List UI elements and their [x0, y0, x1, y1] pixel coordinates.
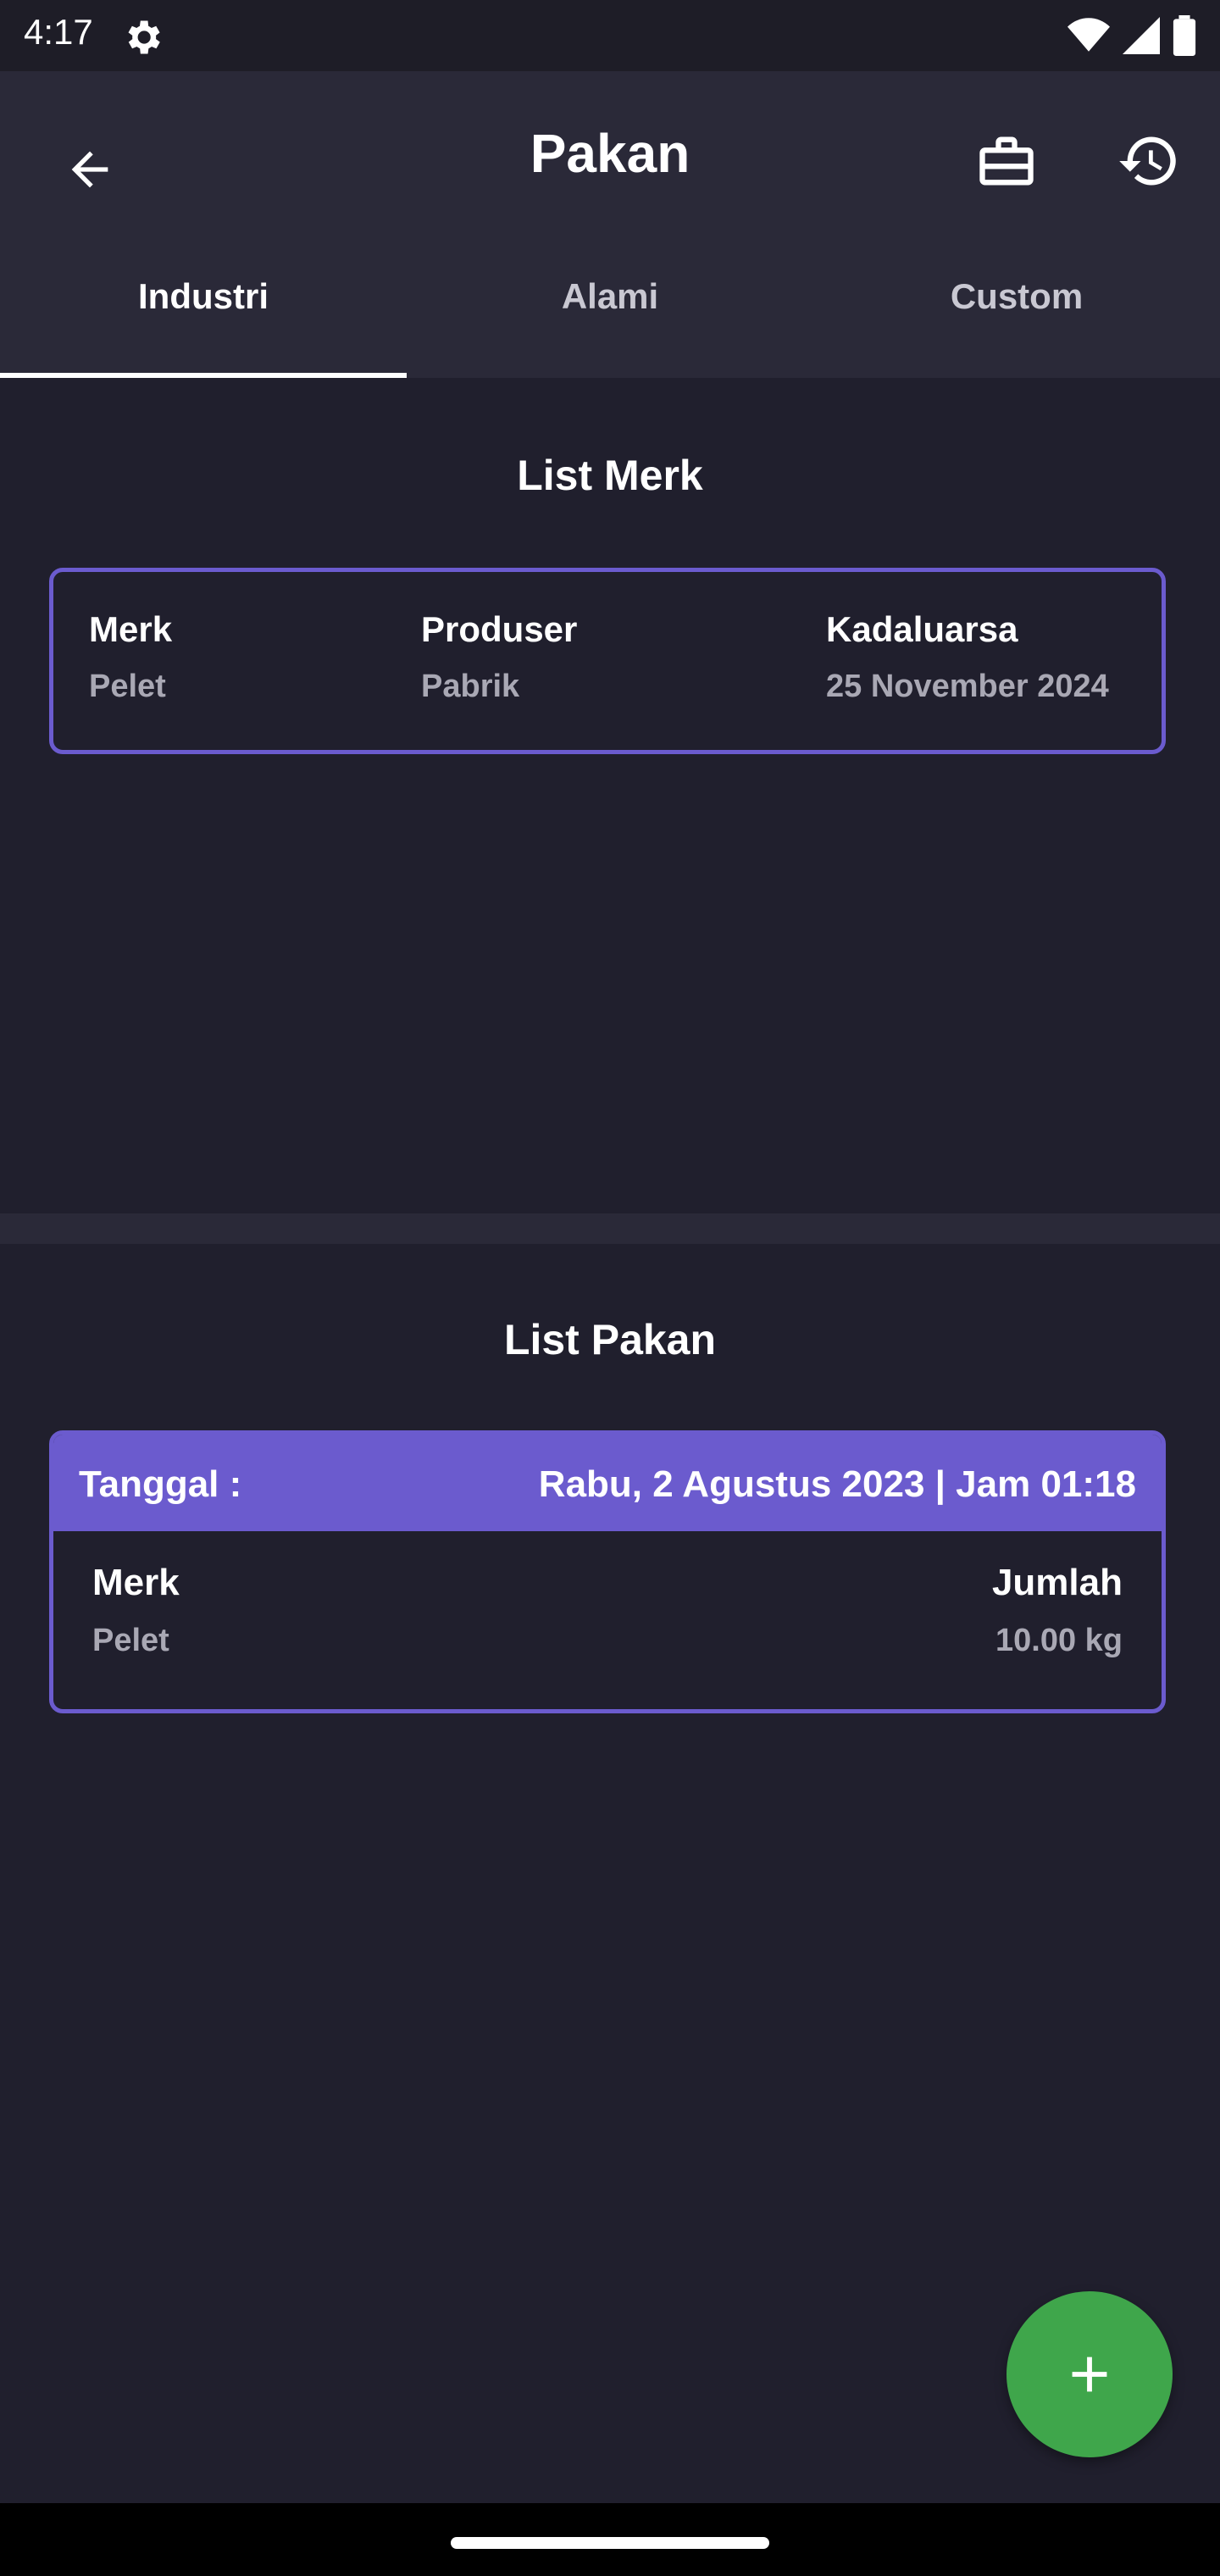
kadaluarsa-value: 25 November 2024	[826, 669, 1109, 704]
produser-label: Produser	[421, 609, 578, 649]
kadaluarsa-column: Kadaluarsa 25 November 2024	[826, 609, 1109, 705]
briefcase-button[interactable]	[964, 119, 1049, 203]
home-handle[interactable]	[451, 2537, 769, 2549]
app-bar: Pakan Industri Alami Custom	[0, 71, 1220, 378]
pakan-jumlah-column: Jumlah 10.00 kg	[992, 1562, 1123, 1659]
produser-column: Produser Pabrik	[421, 609, 577, 705]
add-button[interactable]	[1006, 2291, 1173, 2457]
plus-icon	[1072, 2357, 1107, 2392]
tab-industri[interactable]: Industri	[0, 241, 407, 378]
tab-alami[interactable]: Alami	[407, 241, 813, 378]
history-button[interactable]	[1106, 119, 1191, 203]
merk-card[interactable]: Merk Pelet Produser Pabrik Kadaluarsa 25…	[49, 568, 1166, 754]
pakan-card[interactable]: Tanggal : Rabu, 2 Agustus 2023 | Jam 01:…	[49, 1430, 1166, 1713]
merk-value: Pelet	[89, 669, 166, 704]
section-divider	[0, 1213, 1220, 1244]
signal-icon	[1123, 17, 1160, 54]
kadaluarsa-label: Kadaluarsa	[826, 609, 1018, 649]
merk-label: Merk	[89, 609, 173, 649]
status-indicators	[1068, 14, 1196, 58]
briefcase-icon	[979, 136, 1034, 186]
pakan-jumlah-value: 10.00 kg	[995, 1623, 1123, 1658]
list-merk-title: List Merk	[517, 452, 703, 499]
pakan-card-header: Tanggal : Rabu, 2 Agustus 2023 | Jam 01:…	[53, 1435, 1162, 1531]
tanggal-value: Rabu, 2 Agustus 2023 | Jam 01:18	[538, 1463, 1136, 1505]
list-pakan-title: List Pakan	[503, 1316, 717, 1363]
pakan-merk-label: Merk	[92, 1562, 180, 1603]
settings-icon	[128, 20, 160, 54]
tab-custom[interactable]: Custom	[813, 241, 1220, 378]
status-time: 4:17	[24, 12, 93, 52]
status-bar: 4:17	[0, 0, 1220, 71]
navigation-bar	[0, 2503, 1220, 2576]
history-icon	[1119, 136, 1176, 186]
tanggal-label: Tanggal :	[79, 1463, 242, 1505]
battery-icon	[1173, 15, 1196, 56]
pakan-card-body: Merk Pelet Jumlah 10.00 kg	[53, 1531, 1162, 1709]
pakan-jumlah-label: Jumlah	[991, 1562, 1123, 1603]
produser-value: Pabrik	[421, 669, 520, 704]
pakan-merk-value: Pelet	[92, 1623, 169, 1658]
tab-bar: Industri Alami Custom	[0, 241, 1220, 378]
wifi-icon	[1068, 18, 1110, 52]
merk-column: Merk Pelet	[89, 609, 172, 705]
pakan-merk-column: Merk Pelet	[92, 1562, 180, 1659]
